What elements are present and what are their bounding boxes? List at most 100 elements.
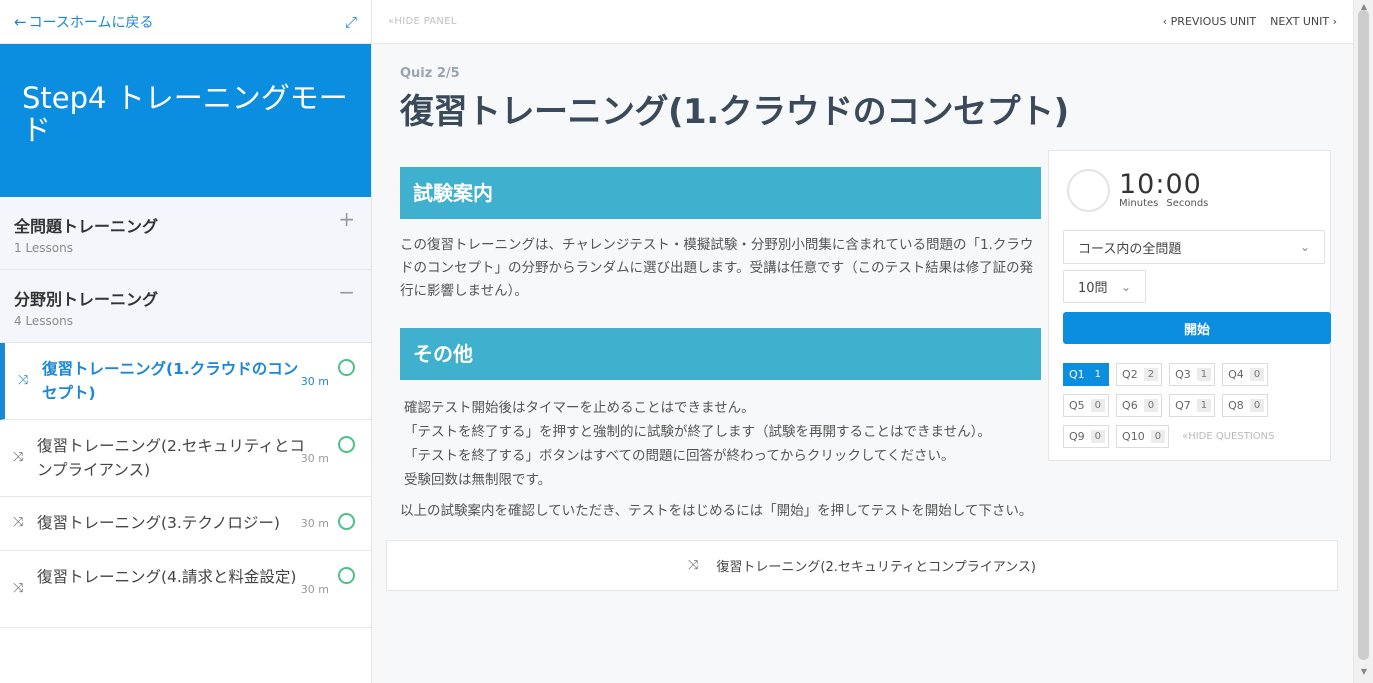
lesson-duration: 30 m <box>300 583 329 596</box>
next-lesson-link[interactable]: ⤨ 復習トレーニング(2.セキュリティとコンプライアンス) <box>386 540 1338 591</box>
timer-ring-icon <box>1067 169 1110 212</box>
timer: 10:00 Minutes Seconds <box>1067 169 1208 212</box>
chevron-right-icon: › <box>1332 15 1337 28</box>
question-row: Q1 1 Q2 2 Q3 1 Q4 0 <box>1063 363 1323 386</box>
question-count-badge: 0 <box>1249 368 1265 381</box>
section-title: 分野別トレーニング <box>14 290 159 309</box>
chevron-down-icon: ⌄ <box>1299 240 1310 254</box>
question-button-q9[interactable]: Q9 0 <box>1063 425 1110 448</box>
lesson-status-circle-icon <box>338 436 355 453</box>
question-label: Q6 <box>1122 399 1138 412</box>
question-count-select[interactable]: 10問 ⌄ <box>1063 270 1146 303</box>
expand-plus-icon[interactable]: + <box>338 207 355 231</box>
question-label: Q2 <box>1122 368 1138 381</box>
question-button-q7[interactable]: Q7 1 <box>1169 394 1216 417</box>
exam-guide-text: この復習トレーニングは、チャレンジテスト・模擬試験・分野別小問集に含まれている問… <box>400 237 1034 299</box>
other-heading: その他 <box>400 328 1041 380</box>
unit-navigation: ‹ PREVIOUS UNIT NEXT UNIT › <box>1163 15 1337 28</box>
page-scrollbar[interactable]: ▲ ▼ <box>1353 0 1373 683</box>
question-button-q6[interactable]: Q6 0 <box>1116 394 1163 417</box>
lesson-item-1[interactable]: ⤨ 復習トレーニング(1.クラウドのコンセプト) 30 m <box>0 343 371 420</box>
note-line: 「テストを終了する」ボタンはすべての問題に回答が終わってからクリックしてください… <box>404 448 955 464</box>
question-count-value: 10問 <box>1078 281 1108 296</box>
lesson-item-4[interactable]: ⤨ 復習トレーニング(4.請求と料金設定) 30 m <box>0 551 371 628</box>
question-label: Q3 <box>1175 368 1191 381</box>
next-lesson-title: 復習トレーニング(2.セキュリティとコンプライアンス) <box>716 560 1036 575</box>
section-lesson-count: 1 Lessons <box>14 241 74 255</box>
lesson-title: 復習トレーニング(3.テクノロジー) <box>37 514 280 532</box>
question-button-q10[interactable]: Q10 0 <box>1116 425 1170 448</box>
hide-panel-label: HIDE PANEL <box>394 16 457 27</box>
back-link-label: コースホームに戻る <box>28 14 154 31</box>
note-line: 「テストを終了する」を押すと強制的に試験が終了します（試験を再開することはできま… <box>404 424 991 440</box>
seconds-label: Seconds <box>1166 198 1209 209</box>
question-label: Q9 <box>1069 430 1085 443</box>
question-count-badge: 0 <box>1090 430 1106 443</box>
question-count-badge: 0 <box>1090 399 1106 412</box>
lesson-duration: 30 m <box>300 517 329 530</box>
shuffle-icon: ⤨ <box>13 450 24 465</box>
lesson-status-circle-icon <box>338 567 355 584</box>
start-button[interactable]: 開始 <box>1063 312 1331 344</box>
timer-minutes: 10 <box>1119 169 1156 200</box>
timer-readout: 10:00 <box>1119 169 1202 200</box>
next-unit-label: NEXT UNIT <box>1270 15 1330 28</box>
page-title: 復習トレーニング(1.クラウドのコンセプト) <box>400 92 1069 132</box>
hide-questions-button[interactable]: «HIDE QUESTIONS <box>1182 431 1274 442</box>
question-navigator: Q1 1 Q2 2 Q3 1 Q4 0 Q5 0 Q6 0 Q7 1 Q8 0 Q9 0 Q10 0… <box>1063 363 1323 456</box>
course-sidebar: ← コースホームに戻る ⤢ Step4 トレーニングモード 全問題トレーニング … <box>0 0 372 683</box>
scroll-down-arrow-icon[interactable]: ▼ <box>1354 667 1373 681</box>
question-label: Q7 <box>1175 399 1191 412</box>
expand-icon[interactable]: ⤢ <box>345 13 357 31</box>
section-all-questions[interactable]: 全問題トレーニング 1 Lessons + <box>0 197 371 270</box>
note-line: 受験回数は無制限です。 <box>404 472 552 488</box>
question-button-q1[interactable]: Q1 1 <box>1063 363 1110 386</box>
hide-panel-button[interactable]: «HIDE PANEL <box>388 16 457 27</box>
minutes-label: Minutes <box>1119 198 1159 209</box>
question-count-badge: 1 <box>1196 368 1212 381</box>
back-to-course-home-link[interactable]: ← コースホームに戻る <box>14 12 153 32</box>
question-row: Q5 0 Q6 0 Q7 1 Q8 0 <box>1063 394 1323 417</box>
shuffle-icon: ⤨ <box>18 373 29 388</box>
closing-text: 以上の試験案内を確認していただき、テストをはじめるには「開始」を押してテストを開… <box>400 503 1033 519</box>
question-scope-value: コース内の全問題 <box>1078 241 1182 257</box>
exam-guide-heading: 試験案内 <box>400 167 1041 219</box>
lesson-item-3[interactable]: ⤨ 復習トレーニング(3.テクノロジー) 30 m <box>0 497 371 551</box>
unit-topbar: «HIDE PANEL ‹ PREVIOUS UNIT NEXT UNIT › <box>372 0 1353 44</box>
chevron-left-icon: ‹ <box>1162 15 1168 28</box>
lesson-item-2[interactable]: ⤨ 復習トレーニング(2.セキュリティとコンプライアンス) 30 m <box>0 420 371 497</box>
question-button-q5[interactable]: Q5 0 <box>1063 394 1110 417</box>
shuffle-icon: ⤨ <box>13 581 24 596</box>
collapse-minus-icon[interactable]: − <box>338 280 355 304</box>
previous-unit-button[interactable]: ‹ PREVIOUS UNIT <box>1163 15 1256 28</box>
question-label: Q8 <box>1228 399 1244 412</box>
question-button-q3[interactable]: Q3 1 <box>1169 363 1216 386</box>
timer-seconds: 00 <box>1165 169 1202 200</box>
next-unit-button[interactable]: NEXT UNIT › <box>1270 15 1337 28</box>
arrow-left-icon: ← <box>14 12 27 31</box>
question-count-badge: 0 <box>1150 430 1166 443</box>
main-content: «HIDE PANEL ‹ PREVIOUS UNIT NEXT UNIT › … <box>372 0 1353 683</box>
lesson-status-circle-icon <box>338 513 355 530</box>
question-scope-select[interactable]: コース内の全問題 ⌄ <box>1063 230 1325 264</box>
quiz-counter: Quiz 2/5 <box>400 66 460 81</box>
question-button-q2[interactable]: Q2 2 <box>1116 363 1163 386</box>
question-label: Q10 <box>1122 430 1145 443</box>
shuffle-icon: ⤨ <box>13 515 24 530</box>
sidebar-top-bar: ← コースホームに戻る ⤢ <box>0 0 371 44</box>
section-by-field[interactable]: 分野別トレーニング 4 Lessons − <box>0 270 371 343</box>
other-notes: 確認テスト開始後はタイマーを止めることはできません。 「テストを終了する」を押す… <box>400 396 1041 492</box>
question-count-badge: 1 <box>1090 368 1106 381</box>
question-button-q8[interactable]: Q8 0 <box>1222 394 1269 417</box>
section-lesson-count: 4 Lessons <box>14 314 74 328</box>
question-count-badge: 0 <box>1143 399 1159 412</box>
lesson-duration: 30 m <box>300 375 329 388</box>
shuffle-icon: ⤨ <box>687 558 699 573</box>
question-count-badge: 0 <box>1249 399 1265 412</box>
course-title: Step4 トレーニングモード <box>0 44 371 197</box>
previous-unit-label: PREVIOUS UNIT <box>1170 15 1257 28</box>
question-count-badge: 2 <box>1143 368 1159 381</box>
question-label: Q1 <box>1069 368 1085 381</box>
question-button-q4[interactable]: Q4 0 <box>1222 363 1269 386</box>
scrollbar-thumb[interactable] <box>1358 10 1369 660</box>
